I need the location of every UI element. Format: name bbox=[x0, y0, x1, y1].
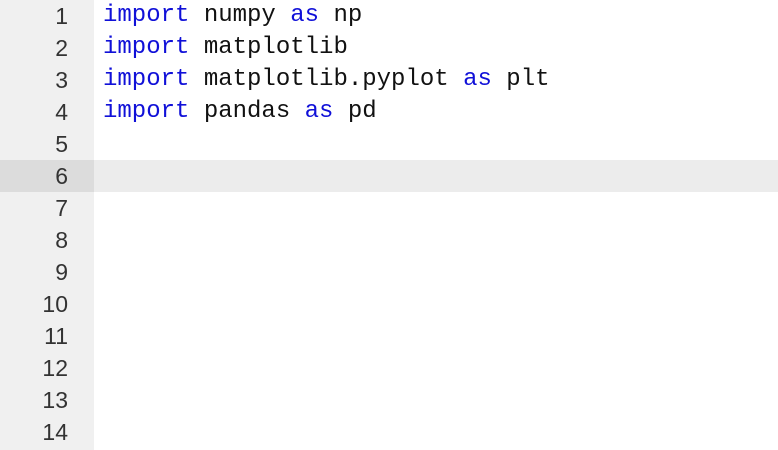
line-number: 1 bbox=[55, 3, 68, 29]
code-token: pd bbox=[333, 98, 377, 125]
code-line-10[interactable] bbox=[94, 288, 778, 320]
code-line-7[interactable] bbox=[94, 192, 778, 224]
line-number: 13 bbox=[42, 387, 68, 413]
code-token: matplotlib.pyplot bbox=[189, 66, 464, 93]
code-token: numpy bbox=[189, 2, 291, 29]
keyword-token: import bbox=[103, 98, 190, 125]
code-token: matplotlib bbox=[189, 34, 348, 61]
code-line-14[interactable] bbox=[94, 416, 778, 448]
keyword-token: as bbox=[463, 66, 492, 93]
line-number: 3 bbox=[55, 67, 68, 93]
code-line-5[interactable] bbox=[94, 128, 778, 160]
code-editor[interactable]: 1 2 3 4 5 6 7 8 9 10 11 12 13 14 import … bbox=[0, 0, 778, 450]
line-number-gutter: 1 2 3 4 5 6 7 8 9 10 11 12 13 14 bbox=[0, 0, 94, 450]
code-text-area[interactable]: import numpy as np import matplotlib imp… bbox=[94, 0, 778, 450]
line-number: 12 bbox=[42, 355, 68, 381]
code-line-6-active[interactable] bbox=[94, 160, 778, 192]
line-number: 14 bbox=[42, 419, 68, 445]
code-token: np bbox=[319, 2, 363, 29]
line-number: 11 bbox=[44, 323, 68, 349]
line-number: 5 bbox=[55, 131, 68, 157]
code-line-12[interactable] bbox=[94, 352, 778, 384]
code-line-1[interactable]: import numpy as np bbox=[94, 0, 778, 32]
code-token: pandas bbox=[189, 98, 305, 125]
line-number: 8 bbox=[55, 227, 68, 253]
line-number: 9 bbox=[55, 259, 68, 285]
code-line-13[interactable] bbox=[94, 384, 778, 416]
line-number: 2 bbox=[55, 35, 68, 61]
code-line-9[interactable] bbox=[94, 256, 778, 288]
line-number: 7 bbox=[55, 195, 68, 221]
keyword-token: import bbox=[103, 66, 190, 93]
code-line-11[interactable] bbox=[94, 320, 778, 352]
code-line-4[interactable]: import pandas as pd bbox=[94, 96, 778, 128]
keyword-token: import bbox=[103, 2, 190, 29]
line-number: 10 bbox=[42, 291, 68, 317]
line-number-active: 6 bbox=[0, 160, 94, 192]
line-number: 4 bbox=[55, 99, 68, 125]
code-line-3[interactable]: import matplotlib.pyplot as plt bbox=[94, 64, 778, 96]
code-line-8[interactable] bbox=[94, 224, 778, 256]
keyword-token: as bbox=[290, 2, 320, 29]
keyword-token: import bbox=[103, 34, 190, 61]
code-line-2[interactable]: import matplotlib bbox=[94, 32, 778, 64]
keyword-token: as bbox=[304, 98, 334, 125]
code-token: plt bbox=[491, 66, 550, 93]
